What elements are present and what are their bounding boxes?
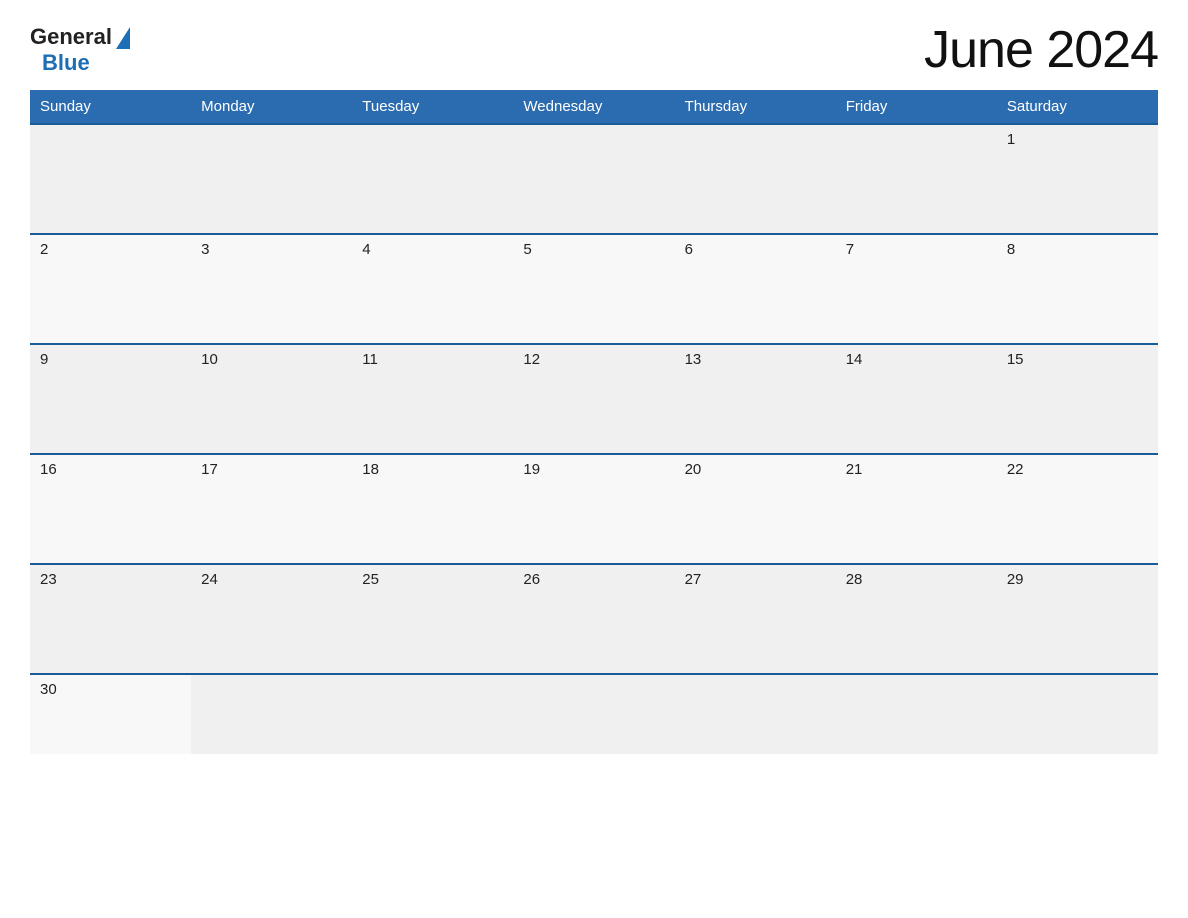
day-number: 25 (362, 571, 379, 588)
day-number: 2 (40, 241, 48, 258)
col-friday: Friday (836, 90, 997, 124)
calendar-cell: 15 (997, 344, 1158, 454)
calendar-cell: 9 (30, 344, 191, 454)
logo: General Blue (30, 24, 130, 76)
calendar-cell: 8 (997, 234, 1158, 344)
calendar-cell: 26 (513, 564, 674, 674)
calendar-cell: 24 (191, 564, 352, 674)
calendar-cell: 13 (675, 344, 836, 454)
calendar-cell (513, 124, 674, 234)
col-sunday: Sunday (30, 90, 191, 124)
day-number: 14 (846, 351, 863, 368)
calendar-cell: 28 (836, 564, 997, 674)
day-number: 7 (846, 241, 854, 258)
calendar-cell: 14 (836, 344, 997, 454)
calendar-cell: 7 (836, 234, 997, 344)
day-number: 17 (201, 461, 218, 478)
day-number: 19 (523, 461, 540, 478)
calendar-cell (513, 674, 674, 754)
calendar-cell: 21 (836, 454, 997, 564)
col-thursday: Thursday (675, 90, 836, 124)
calendar-cell: 10 (191, 344, 352, 454)
day-number: 12 (523, 351, 540, 368)
day-number: 18 (362, 461, 379, 478)
calendar-cell (352, 124, 513, 234)
calendar-cell: 12 (513, 344, 674, 454)
calendar-cell: 2 (30, 234, 191, 344)
col-tuesday: Tuesday (352, 90, 513, 124)
calendar-cell: 6 (675, 234, 836, 344)
calendar-cell (675, 674, 836, 754)
calendar-cell (836, 674, 997, 754)
day-number: 27 (685, 571, 702, 588)
day-number: 13 (685, 351, 702, 368)
calendar-week-row: 1 (30, 124, 1158, 234)
calendar-cell: 1 (997, 124, 1158, 234)
day-number: 23 (40, 571, 57, 588)
day-number: 15 (1007, 351, 1024, 368)
logo-general-text: General (30, 24, 112, 50)
calendar-cell: 23 (30, 564, 191, 674)
logo-blue-row: Blue (40, 50, 90, 76)
calendar-cell (836, 124, 997, 234)
calendar-week-row: 2 3 4 5 6 7 8 (30, 234, 1158, 344)
calendar-cell: 3 (191, 234, 352, 344)
day-number: 16 (40, 461, 57, 478)
day-number: 20 (685, 461, 702, 478)
col-saturday: Saturday (997, 90, 1158, 124)
calendar-cell: 27 (675, 564, 836, 674)
day-number: 21 (846, 461, 863, 478)
calendar-cell: 30 (30, 674, 191, 754)
calendar-cell: 22 (997, 454, 1158, 564)
day-number: 6 (685, 241, 693, 258)
day-number: 22 (1007, 461, 1024, 478)
calendar-cell: 18 (352, 454, 513, 564)
calendar-cell: 11 (352, 344, 513, 454)
page-header: General Blue June 2024 (30, 20, 1158, 80)
calendar-cell: 17 (191, 454, 352, 564)
day-number: 1 (1007, 131, 1015, 148)
calendar-week-row: 30 (30, 674, 1158, 754)
calendar-cell (30, 124, 191, 234)
col-wednesday: Wednesday (513, 90, 674, 124)
calendar-cell: 5 (513, 234, 674, 344)
logo-triangle-icon (116, 27, 130, 49)
calendar-cell (191, 124, 352, 234)
calendar-week-row: 23 24 25 26 27 28 29 (30, 564, 1158, 674)
month-title: June 2024 (924, 20, 1158, 80)
calendar-cell: 4 (352, 234, 513, 344)
day-number: 5 (523, 241, 531, 258)
calendar-cell (997, 674, 1158, 754)
day-number: 3 (201, 241, 209, 258)
calendar-week-row: 16 17 18 19 20 21 22 (30, 454, 1158, 564)
day-number: 24 (201, 571, 218, 588)
calendar-cell (191, 674, 352, 754)
day-number: 8 (1007, 241, 1015, 258)
day-number: 29 (1007, 571, 1024, 588)
calendar-cell: 20 (675, 454, 836, 564)
calendar-header-row: Sunday Monday Tuesday Wednesday Thursday… (30, 90, 1158, 124)
logo-general-row: General (30, 24, 130, 50)
calendar-cell: 25 (352, 564, 513, 674)
calendar-week-row: 9 10 11 12 13 14 15 (30, 344, 1158, 454)
day-number: 11 (362, 351, 378, 368)
day-number: 4 (362, 241, 370, 258)
day-number: 10 (201, 351, 218, 368)
calendar-cell: 29 (997, 564, 1158, 674)
calendar-table: Sunday Monday Tuesday Wednesday Thursday… (30, 90, 1158, 754)
day-number: 26 (523, 571, 540, 588)
calendar-cell: 19 (513, 454, 674, 564)
day-number: 9 (40, 351, 48, 368)
col-monday: Monday (191, 90, 352, 124)
calendar-cell: 16 (30, 454, 191, 564)
day-number: 28 (846, 571, 863, 588)
logo-blue-text: Blue (42, 50, 90, 76)
day-number: 30 (40, 681, 57, 698)
calendar-cell (675, 124, 836, 234)
calendar-cell (352, 674, 513, 754)
